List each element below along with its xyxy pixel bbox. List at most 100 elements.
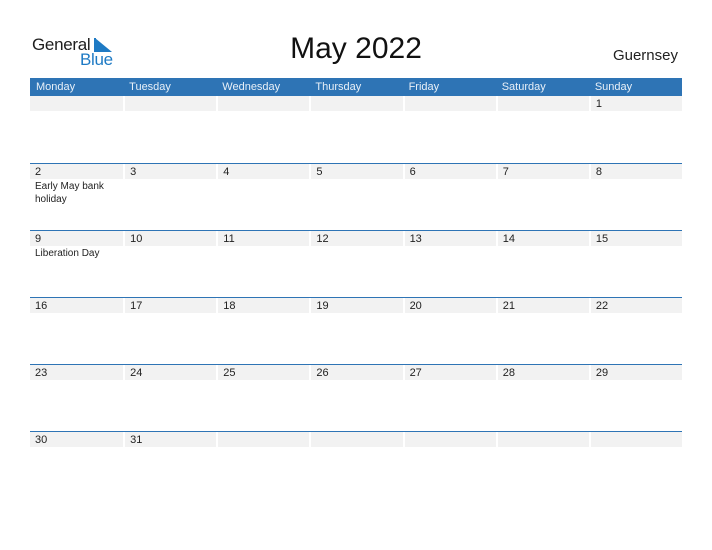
holiday-label <box>403 111 488 112</box>
day-number: 17 <box>125 298 217 313</box>
day-number: 6 <box>404 164 496 179</box>
holiday-label <box>496 447 581 448</box>
day-cell <box>403 432 496 448</box>
day-cell <box>309 432 403 448</box>
day-number: 21 <box>497 298 589 313</box>
day-number <box>218 432 310 447</box>
day-number: 9 <box>30 231 124 246</box>
day-cell: 25 <box>216 365 310 381</box>
holiday-label <box>216 179 301 180</box>
day-number <box>404 432 496 447</box>
day-number: 16 <box>30 298 124 313</box>
holiday-label <box>403 179 488 180</box>
holiday-label <box>403 246 488 247</box>
week-cells: 9 Liberation Day 10 11 12 13 14 15 <box>30 231 682 260</box>
day-number: 22 <box>590 298 682 313</box>
day-number: 28 <box>497 365 589 380</box>
day-cell: 22 <box>589 298 682 314</box>
day-number: 7 <box>497 164 589 179</box>
day-number <box>497 432 589 447</box>
week-row: 23 24 25 26 27 28 29 <box>30 364 682 431</box>
week-row: 30 31 <box>30 431 682 498</box>
day-number: 30 <box>30 432 124 447</box>
day-cell: 5 <box>309 164 403 206</box>
holiday-label <box>216 380 301 381</box>
week-cells: 2 Early May bank holiday 3 4 5 6 7 8 <box>30 164 682 206</box>
day-cell: 26 <box>309 365 403 381</box>
day-cell <box>589 432 682 448</box>
day-cell: 9 Liberation Day <box>30 231 124 260</box>
day-cell: 16 <box>30 298 124 314</box>
day-cell: 20 <box>403 298 496 314</box>
calendar-title: May 2022 <box>290 32 422 65</box>
day-cell: 17 <box>123 298 217 314</box>
holiday-label <box>309 111 394 112</box>
day-number: 12 <box>311 231 403 246</box>
day-cell: 28 <box>496 365 589 381</box>
holiday-label <box>589 447 674 448</box>
day-number: 31 <box>125 432 217 447</box>
weekday-header: Monday Tuesday Wednesday Thursday Friday… <box>30 78 682 96</box>
week-cells: 16 17 18 19 20 21 22 <box>30 298 682 314</box>
day-number: 20 <box>404 298 496 313</box>
holiday-label <box>123 246 208 247</box>
holiday-label <box>403 380 488 381</box>
day-cell <box>496 96 589 112</box>
holiday-label <box>123 179 208 180</box>
day-cell: 21 <box>496 298 589 314</box>
day-number: 23 <box>30 365 124 380</box>
day-number: 2 <box>30 164 124 179</box>
holiday-label <box>496 111 581 112</box>
day-number: 14 <box>497 231 589 246</box>
holiday-label: Liberation Day <box>35 248 100 259</box>
holiday-label <box>30 313 115 314</box>
day-cell: 3 <box>123 164 217 206</box>
holiday-label <box>589 380 674 381</box>
day-cell: 15 <box>589 231 682 260</box>
holiday-label <box>403 447 488 448</box>
day-cell: 30 <box>30 432 124 448</box>
calendar-grid: Monday Tuesday Wednesday Thursday Friday… <box>30 78 682 498</box>
day-cell: 7 <box>496 164 589 206</box>
day-number: 27 <box>404 365 496 380</box>
weekday-friday: Friday <box>408 81 440 93</box>
day-number: 15 <box>590 231 682 246</box>
holiday-label <box>216 111 301 112</box>
day-cell: 11 <box>216 231 310 260</box>
day-number <box>590 432 682 447</box>
holiday-label <box>30 111 115 112</box>
day-number: 1 <box>590 96 682 111</box>
holiday-label <box>496 313 581 314</box>
day-cell <box>216 432 310 448</box>
day-number: 11 <box>218 231 310 246</box>
week-row: 9 Liberation Day 10 11 12 13 14 15 <box>30 230 682 297</box>
day-cell: 27 <box>403 365 496 381</box>
day-number <box>30 96 124 111</box>
holiday-label <box>309 313 394 314</box>
weekday-saturday: Saturday <box>501 81 546 93</box>
holiday-label <box>123 447 208 448</box>
holiday-label <box>309 380 394 381</box>
day-cell: 4 <box>216 164 310 206</box>
holiday-label <box>309 246 394 247</box>
day-cell: 8 <box>589 164 682 206</box>
holiday-label <box>589 179 674 180</box>
weekday-thursday: Thursday <box>315 81 362 93</box>
weeks-container: 1 2 Early May bank holiday 3 4 5 6 7 8 9 Liberatio… <box>30 96 682 498</box>
week-row: 16 17 18 19 20 21 22 <box>30 297 682 364</box>
day-cell: 10 <box>123 231 217 260</box>
holiday-label <box>589 111 674 112</box>
day-cell <box>30 96 124 112</box>
day-number: 25 <box>218 365 310 380</box>
weekday-wednesday: Wednesday <box>222 81 281 93</box>
holiday-label <box>309 179 394 180</box>
week-cells: 23 24 25 26 27 28 29 <box>30 365 682 381</box>
day-number: 10 <box>125 231 217 246</box>
day-cell <box>496 432 589 448</box>
holiday-label <box>216 447 301 448</box>
week-cells: 30 31 <box>30 432 682 448</box>
holiday-label <box>589 246 674 247</box>
day-number: 19 <box>311 298 403 313</box>
holiday-label <box>216 246 301 247</box>
holiday-label <box>496 380 581 381</box>
